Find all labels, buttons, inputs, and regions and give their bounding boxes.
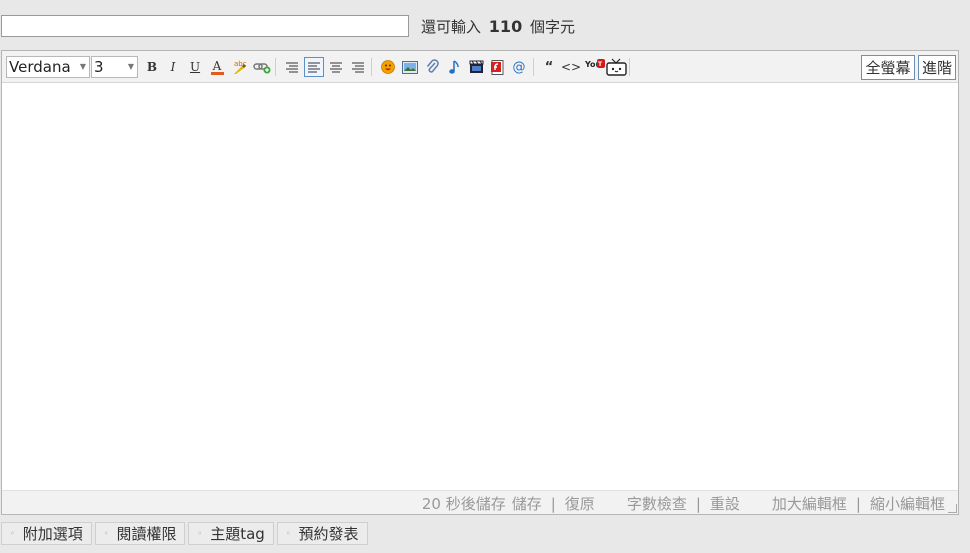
bold-icon: B	[146, 60, 158, 74]
editor-status-bar: 20 秒後儲存 儲存 | 復原 字數檢查 | 重設 加大編輯框 | 縮小編輯框	[2, 490, 958, 514]
attachment-icon	[426, 59, 439, 73]
font-color-button[interactable]: A	[207, 57, 227, 77]
code-button[interactable]: <>	[561, 57, 581, 77]
video-button[interactable]	[466, 57, 486, 77]
autosave-countdown: 20 秒後儲存	[421, 495, 506, 513]
post-options-tabs: ◦ 附加選項 ◦ 閱讀權限 ◦ 主題tag ◦ 預約發表	[1, 522, 371, 545]
attachment-button[interactable]	[422, 57, 442, 77]
underline-button[interactable]: U	[185, 57, 205, 77]
align-left-icon	[286, 62, 298, 72]
tab-label: 預約發表	[298, 525, 359, 543]
youtube-icon: You T	[585, 59, 605, 69]
editor-toolbar: Verdana ▼ 3 ▼ B I U A abc @ “ <> You T 全…	[2, 51, 958, 83]
editor-content-area[interactable]	[2, 83, 958, 489]
shrink-editor-link[interactable]: 縮小編輯框	[870, 493, 945, 514]
youtube-button[interactable]: You T	[584, 55, 606, 75]
tab-label: 附加選項	[22, 525, 83, 543]
align-center-button[interactable]	[326, 57, 346, 77]
insert-image-button[interactable]	[400, 57, 420, 77]
font-family-select[interactable]: Verdana ▼	[6, 56, 90, 78]
highlight-icon: abc	[234, 60, 247, 74]
italic-icon: I	[170, 60, 176, 74]
quote-icon: “	[544, 59, 554, 75]
tab-attachment-options[interactable]: ◦ 附加選項	[1, 522, 92, 545]
underline-icon: U	[189, 60, 201, 74]
smiley-icon	[381, 60, 395, 74]
font-color-icon: A	[212, 58, 222, 73]
image-icon	[402, 60, 418, 74]
tv-button[interactable]	[605, 57, 627, 77]
flash-button[interactable]	[487, 57, 507, 77]
counter-prefix: 還可輸入	[421, 17, 482, 36]
font-size-value: 3	[94, 58, 104, 76]
tab-read-permission[interactable]: ◦ 閱讀權限	[94, 522, 186, 545]
highlight-button[interactable]: abc	[229, 57, 249, 77]
chevron-down-icon: ▼	[127, 62, 134, 71]
counter-suffix: 個字元	[529, 17, 575, 36]
tab-label: 主題tag	[210, 525, 265, 543]
char-counter: 還可輸入 110 個字元	[421, 16, 575, 37]
align-left-button[interactable]	[282, 57, 302, 77]
music-icon	[449, 60, 459, 74]
smiley-button[interactable]	[378, 57, 398, 77]
chevron-down-icon: ▼	[79, 62, 86, 71]
enlarge-editor-link[interactable]: 加大編輯框	[772, 493, 847, 514]
advanced-button[interactable]: 進階	[918, 55, 956, 80]
font-family-value: Verdana	[9, 58, 71, 76]
align-right-icon	[352, 62, 364, 72]
music-button[interactable]	[444, 57, 464, 77]
resize-grip-icon[interactable]	[948, 504, 957, 513]
divider: |	[855, 494, 861, 513]
align-center-icon	[330, 62, 342, 72]
align-right-button[interactable]	[348, 57, 368, 77]
reset-link[interactable]: 重設	[710, 493, 740, 514]
video-icon	[469, 60, 483, 73]
flash-icon	[491, 59, 504, 75]
italic-button[interactable]: I	[163, 57, 183, 77]
tab-scheduled-post[interactable]: ◦ 預約發表	[276, 522, 368, 545]
subject-input[interactable]	[1, 15, 409, 37]
bullet-icon: ◦	[285, 529, 291, 538]
toolbar-divider	[275, 58, 276, 76]
insert-link-button[interactable]	[252, 57, 272, 77]
save-link[interactable]: 儲存	[512, 493, 542, 514]
toolbar-divider	[533, 58, 534, 76]
bullet-icon: ◦	[197, 529, 203, 538]
align-justify-button[interactable]	[304, 57, 324, 77]
email-button[interactable]: @	[509, 57, 529, 77]
title-row: 還可輸入 110 個字元	[0, 13, 575, 39]
restore-link[interactable]: 復原	[565, 493, 595, 514]
code-icon: <>	[560, 60, 582, 74]
align-justify-icon	[308, 62, 320, 72]
word-count-link[interactable]: 字數檢查	[627, 493, 687, 514]
quote-button[interactable]: “	[539, 57, 559, 77]
tab-topic-tag[interactable]: ◦ 主題tag	[188, 522, 274, 545]
rich-text-editor: Verdana ▼ 3 ▼ B I U A abc @ “ <> You T 全…	[1, 50, 959, 515]
insert-link-icon	[253, 63, 271, 74]
tab-label: 閱讀權限	[116, 525, 177, 543]
font-size-select[interactable]: 3 ▼	[91, 56, 138, 78]
fullscreen-button[interactable]: 全螢幕	[861, 55, 915, 80]
bullet-icon: ◦	[10, 529, 15, 538]
counter-number: 110	[488, 16, 523, 36]
divider: |	[695, 494, 701, 513]
toolbar-divider	[371, 58, 372, 76]
tv-icon	[605, 58, 627, 76]
bullet-icon: ◦	[103, 529, 109, 538]
bold-button[interactable]: B	[142, 57, 162, 77]
toolbar-divider	[629, 58, 630, 76]
font-color-bar	[210, 71, 224, 75]
email-icon: @	[512, 59, 526, 75]
divider: |	[550, 494, 556, 513]
